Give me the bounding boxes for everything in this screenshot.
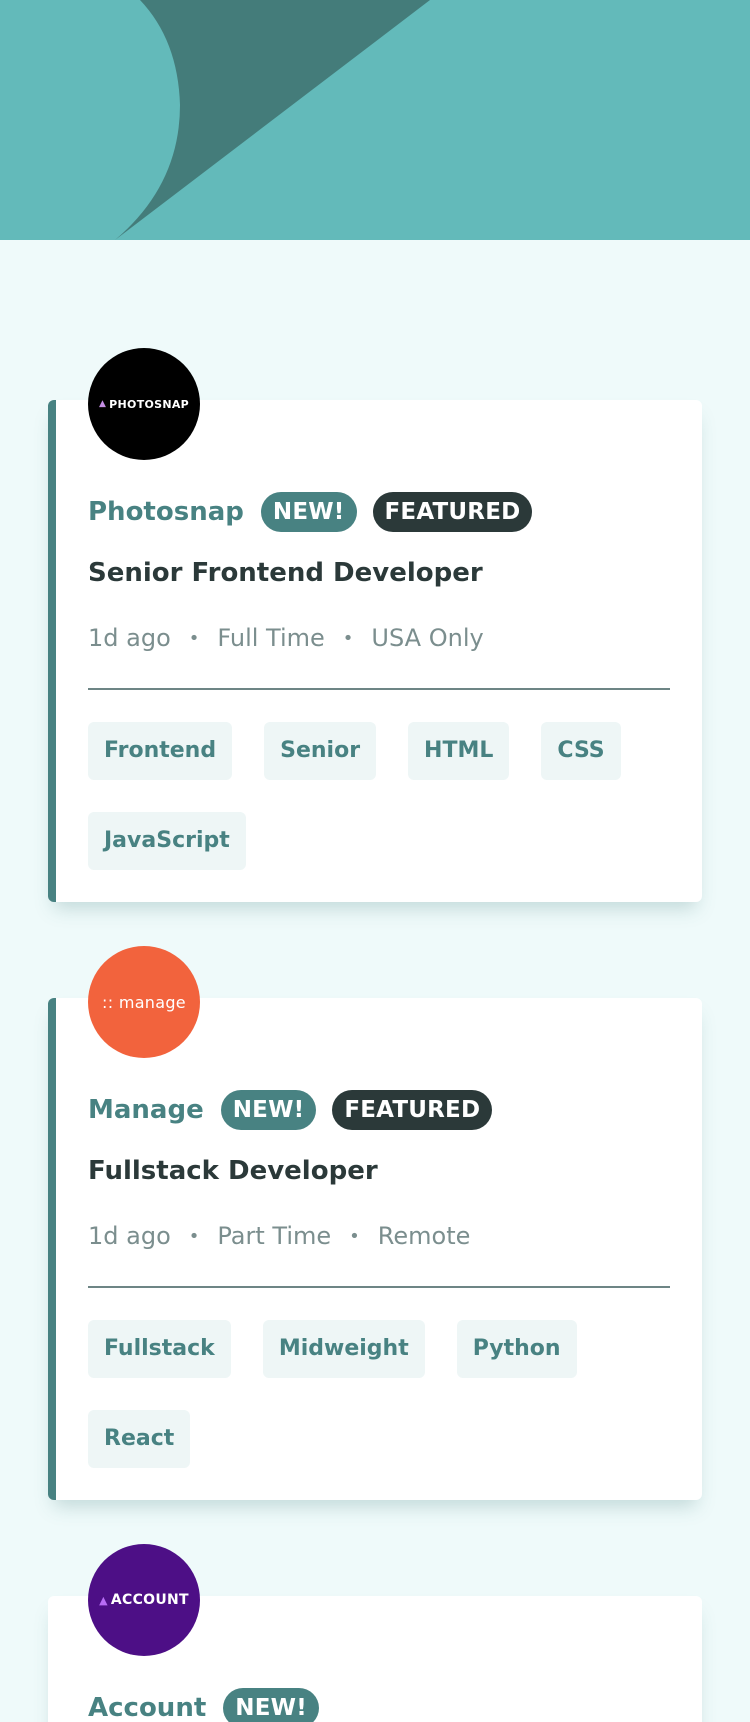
tag-filter-button[interactable]: Python [456, 1320, 577, 1378]
job-card-manage[interactable]: :: manage Manage NEW! FEATURED Fullstack… [48, 946, 702, 1500]
tag-filter-button[interactable]: CSS [541, 722, 621, 780]
header-banner [0, 0, 750, 240]
separator-dot: • [342, 627, 354, 649]
company-name[interactable]: Photosnap [88, 497, 244, 527]
tag-filter-button[interactable]: Midweight [262, 1320, 425, 1378]
company-logo-account: ▲ ACCOUNT [88, 1544, 200, 1656]
job-meta: 1d ago • Part Time • Remote [88, 1222, 470, 1250]
logo-text: ACCOUNT [110, 1592, 189, 1608]
job-location: USA Only [371, 624, 484, 652]
company-logo-manage: :: manage [88, 946, 200, 1058]
separator-dot: • [188, 1225, 200, 1247]
logo-text: PHOTOSNAP [109, 397, 190, 411]
new-badge: NEW! [220, 1090, 317, 1130]
company-logo-photosnap: ▲ PHOTOSNAP [88, 348, 200, 460]
new-badge: NEW! [223, 1688, 319, 1722]
tag-filter-button[interactable]: React [88, 1410, 191, 1468]
posted-at: 1d ago [88, 1222, 171, 1250]
new-badge: NEW! [260, 492, 357, 532]
separator-dot: • [349, 1225, 360, 1247]
job-location: Remote [377, 1222, 471, 1250]
job-meta: 1d ago • Full Time • USA Only [88, 624, 484, 652]
triangle-icon: ▲ [98, 399, 107, 409]
triangle-icon: ▲ [99, 1593, 108, 1607]
logo-text: :: manage [102, 992, 186, 1012]
posted-at: 1d ago [88, 624, 171, 652]
tag-list: Frontend Senior HTML CSS JavaScript [88, 722, 670, 902]
tag-filter-button[interactable]: Frontend [88, 722, 233, 780]
job-title[interactable]: Fullstack Developer [88, 1156, 378, 1186]
divider [88, 1286, 670, 1288]
divider [88, 688, 670, 690]
job-card-account[interactable]: ▲ ACCOUNT Account NEW! [48, 1544, 702, 1722]
company-name[interactable]: Manage [88, 1095, 204, 1125]
tag-filter-button[interactable]: JavaScript [88, 812, 246, 870]
contract-type: Part Time [217, 1222, 332, 1250]
featured-badge: FEATURED [372, 492, 533, 532]
header-pattern [115, 0, 430, 240]
contract-type: Full Time [217, 624, 325, 652]
featured-badge: FEATURED [332, 1090, 493, 1130]
separator-dot: • [188, 627, 200, 649]
tag-filter-button[interactable]: HTML [408, 722, 510, 780]
tag-filter-button[interactable]: Fullstack [88, 1320, 231, 1378]
tag-list: Fullstack Midweight Python React [88, 1320, 670, 1500]
tag-filter-button[interactable]: Senior [264, 722, 377, 780]
company-name[interactable]: Account [88, 1693, 206, 1722]
job-card-photosnap[interactable]: ▲ PHOTOSNAP Photosnap NEW! FEATURED Seni… [48, 348, 702, 902]
job-title[interactable]: Senior Frontend Developer [88, 558, 483, 588]
